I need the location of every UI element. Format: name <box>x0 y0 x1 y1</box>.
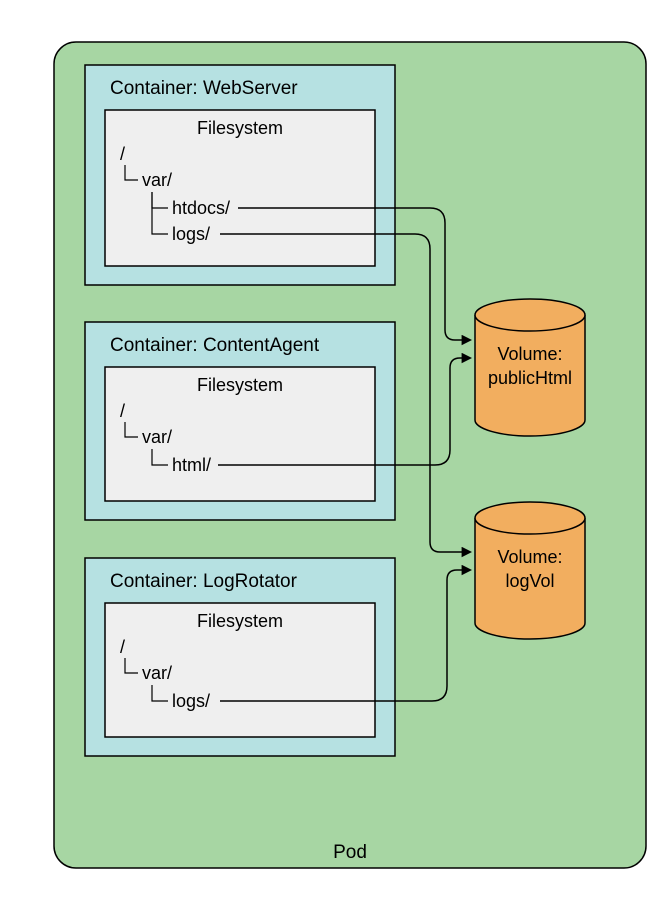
volume-name: logVol <box>505 571 554 591</box>
tree-logs: logs/ <box>172 691 210 711</box>
pod-label: Pod <box>333 842 367 863</box>
filesystem-label: Filesystem <box>197 375 283 395</box>
tree-root: / <box>120 637 125 657</box>
tree-html: html/ <box>172 455 211 475</box>
container-contentagent: Container: ContentAgent Filesystem / var… <box>85 322 395 520</box>
filesystem-label: Filesystem <box>197 611 283 631</box>
volume-name: publicHtml <box>488 368 572 388</box>
tree-var: var/ <box>142 170 172 190</box>
volume-title: Volume: <box>497 344 562 364</box>
container-title: Container: LogRotator <box>110 571 298 592</box>
container-webserver: Container: WebServer Filesystem / var/ h… <box>85 65 395 285</box>
volume-title: Volume: <box>497 547 562 567</box>
volume-publichtml: Volume: publicHtml <box>475 299 585 436</box>
tree-root: / <box>120 144 125 164</box>
tree-var: var/ <box>142 427 172 447</box>
tree-logs: logs/ <box>172 224 210 244</box>
tree-var: var/ <box>142 663 172 683</box>
filesystem-label: Filesystem <box>197 118 283 138</box>
container-title: Container: WebServer <box>110 78 298 99</box>
tree-root: / <box>120 401 125 421</box>
container-logrotator: Container: LogRotator Filesystem / var/ … <box>85 558 395 756</box>
tree-htdocs: htdocs/ <box>172 198 230 218</box>
volume-logvol: Volume: logVol <box>475 502 585 639</box>
container-title: Container: ContentAgent <box>110 335 320 356</box>
